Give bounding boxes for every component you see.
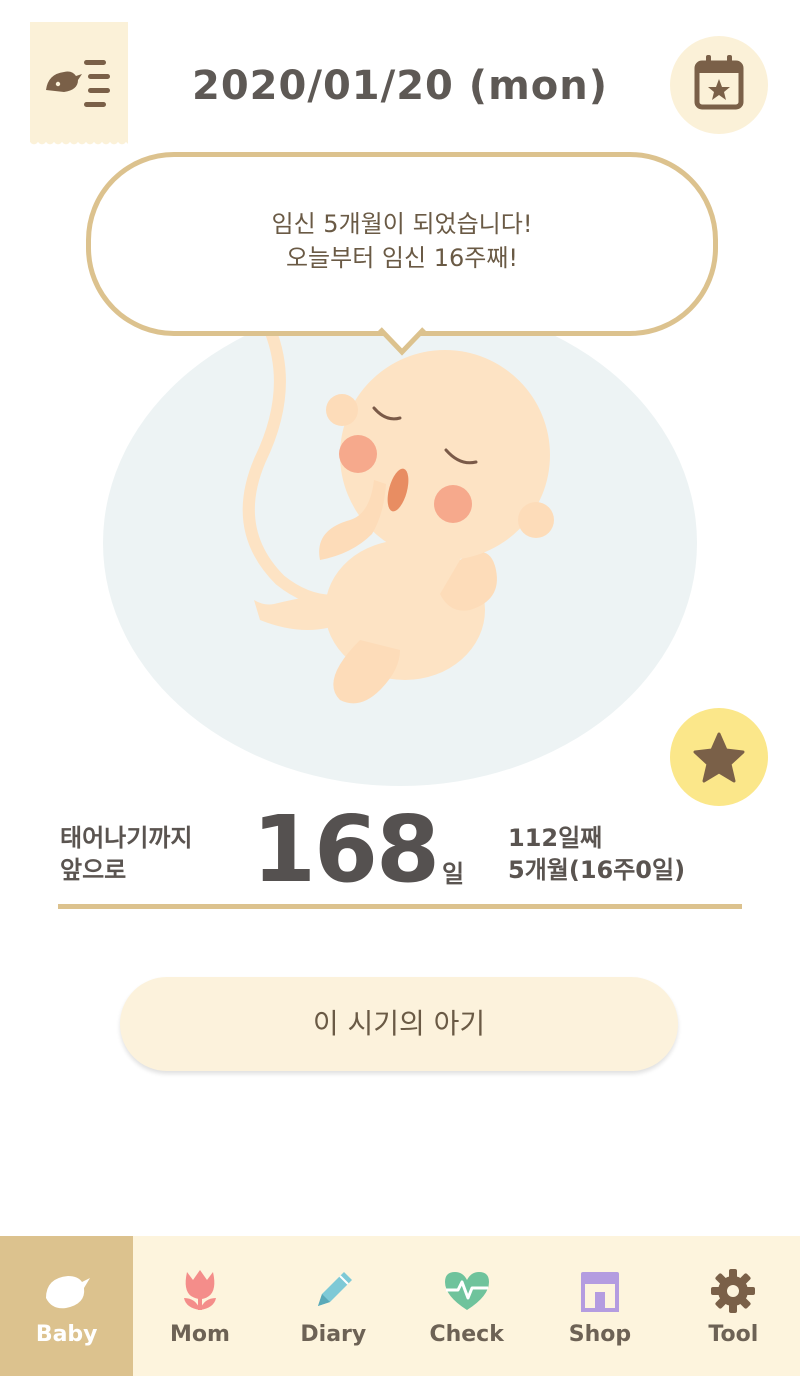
- star-icon: [693, 732, 745, 783]
- bubble-tail: [378, 326, 426, 356]
- tab-shop[interactable]: Shop: [533, 1236, 666, 1376]
- favorite-button[interactable]: [670, 708, 768, 806]
- day-count: 112일째: [508, 824, 603, 852]
- tab-diary[interactable]: Diary: [267, 1236, 400, 1376]
- bird-icon: [45, 1276, 90, 1309]
- tulip-icon: [183, 1270, 216, 1310]
- bird-menu-icon: [46, 60, 110, 107]
- message-bubble: 임신 5개월이 되었습니다! 오늘부터 임신 16주째!: [86, 152, 718, 336]
- tab-mom-label: Mom: [170, 1322, 230, 1347]
- week-count: 5개월(16주0일): [508, 856, 686, 884]
- bottom-spacer: [0, 1376, 800, 1394]
- pencil-icon: [318, 1272, 353, 1306]
- tab-check-label: Check: [429, 1322, 504, 1347]
- pregnancy-stats: 112일째 5개월(16주0일): [508, 822, 685, 886]
- countdown-label-line-2: 앞으로: [60, 856, 127, 884]
- calendar-star-icon: [694, 55, 744, 110]
- gear-icon: [711, 1269, 756, 1313]
- fetus-illustration: [242, 324, 554, 704]
- tab-tool-label: Tool: [708, 1322, 759, 1347]
- tab-shop-label: Shop: [568, 1322, 632, 1347]
- bubble-line-1: 임신 5개월이 되었습니다!: [271, 210, 533, 238]
- shop-icon: [580, 1272, 619, 1312]
- countdown-label: 태어나기까지 앞으로: [60, 822, 240, 886]
- divider: [58, 904, 742, 909]
- tab-baby-label: Baby: [35, 1322, 98, 1347]
- tab-mom[interactable]: Mom: [133, 1236, 266, 1376]
- days-unit: 일: [442, 860, 465, 888]
- menu-button[interactable]: [30, 22, 128, 148]
- calendar-button[interactable]: [670, 36, 768, 134]
- tab-diary-label: Diary: [300, 1322, 367, 1347]
- days-remaining: 168: [251, 796, 440, 903]
- tab-check[interactable]: Check: [400, 1236, 533, 1376]
- bubble-line-2: 오늘부터 임신 16주째!: [285, 244, 519, 272]
- tab-tool[interactable]: Tool: [667, 1236, 800, 1376]
- baby-this-period-button[interactable]: 이 시기의 아기: [120, 977, 678, 1071]
- tab-baby[interactable]: Baby: [0, 1236, 134, 1376]
- bottom-tab-bar: Baby Mom Diary Check Shop Tool: [0, 1236, 800, 1376]
- countdown-label-line-1: 태어나기까지: [60, 824, 193, 852]
- page-title: 2020/01/20 (mon): [192, 63, 608, 109]
- heart-pulse-icon: [444, 1272, 489, 1310]
